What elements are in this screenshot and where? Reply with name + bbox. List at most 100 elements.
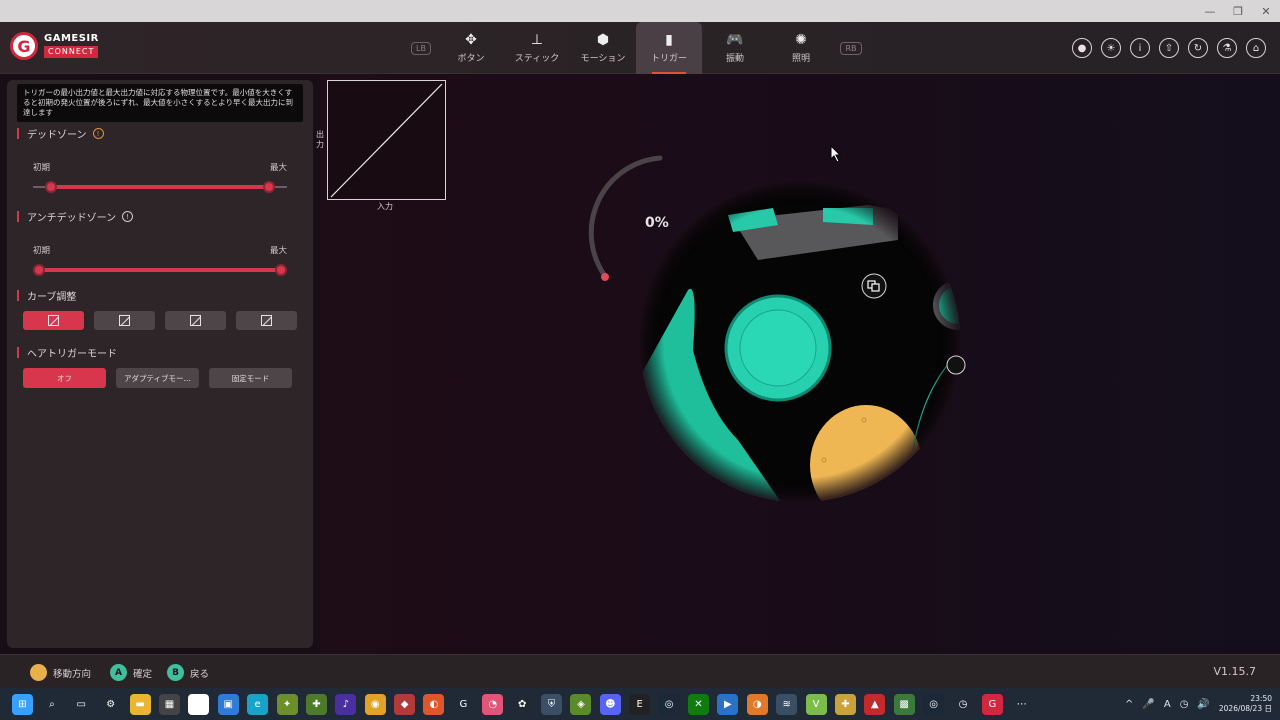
reset-icon[interactable]: ↻ xyxy=(1188,38,1208,58)
gamesir-logo: G GAMESIR CONNECT xyxy=(10,32,99,60)
tab-label: 振動 xyxy=(725,54,744,64)
concave-curve-icon xyxy=(119,315,130,326)
hair-trigger-off-button[interactable]: オフ xyxy=(23,368,106,388)
main-nav: LB ✥ ボタン ⊥ スティック ⬢ モーション ▮ トリガー 🎮 振動 ✺ 照明 RB xyxy=(404,22,868,74)
tab-stick[interactable]: ⊥ スティック xyxy=(504,22,570,74)
response-curve-graph xyxy=(327,80,446,200)
anti-deadzone-info-icon[interactable]: ! xyxy=(122,211,134,222)
hint-back-label: 戻る xyxy=(190,668,210,680)
taskbar-clock[interactable]: 23:50 2026/08/23 日 xyxy=(1219,694,1272,714)
slider-fill xyxy=(39,268,281,272)
brightness-icon[interactable]: ☀ xyxy=(1101,38,1121,58)
slider-fill xyxy=(51,185,269,189)
stick-icon: ⊥ xyxy=(530,32,544,48)
deadzone-max-thumb[interactable] xyxy=(262,181,275,193)
epic-games-icon[interactable]: E xyxy=(629,693,651,715)
notepad-icon[interactable]: ✎ xyxy=(188,693,210,715)
anti-deadzone-min-thumb[interactable] xyxy=(33,264,45,276)
steam-icon-2[interactable]: ◎ xyxy=(923,693,945,715)
deadzone-info-icon[interactable]: ! xyxy=(92,128,104,139)
tab-trigger[interactable]: ▮ トリガー xyxy=(636,22,702,74)
system-tray: ^ 🎤 A ◷ 🔊 23:50 2026/08/23 日 xyxy=(1125,688,1280,720)
tab-lighting[interactable]: ✺ 照明 xyxy=(768,22,834,74)
tab-motion[interactable]: ⬢ モーション xyxy=(570,22,636,74)
screenshot-button-marker[interactable] xyxy=(946,355,966,375)
flask-icon[interactable]: ⚗ xyxy=(1217,38,1237,58)
record-icon[interactable]: ● xyxy=(1072,38,1092,58)
more-icon[interactable]: ⋯ xyxy=(1011,693,1033,715)
app-icon-3[interactable]: ◆ xyxy=(394,693,416,715)
gamepad-icon: 🎮 xyxy=(726,32,744,48)
xbox-icon[interactable]: ✕ xyxy=(687,693,709,715)
task-view-icon[interactable]: ▭ xyxy=(70,693,92,715)
app-icon-7[interactable]: ◈ xyxy=(570,693,592,715)
deadzone-min-thumb[interactable] xyxy=(45,181,58,193)
tab-vibration[interactable]: 🎮 振動 xyxy=(702,22,768,74)
hint-back: B 戻る xyxy=(167,664,209,681)
dpad-icon xyxy=(30,664,47,681)
app-icon-6[interactable]: ✿ xyxy=(511,693,533,715)
clock-tray-icon[interactable]: ◷ xyxy=(1180,699,1189,710)
upload-icon[interactable]: ⇧ xyxy=(1159,38,1179,58)
firefox-icon[interactable]: ◐ xyxy=(423,693,445,715)
file-explorer-icon[interactable]: ▬ xyxy=(129,693,151,715)
gamesir-connect-icon[interactable]: G xyxy=(981,693,1003,715)
hair-trigger-adaptive-button[interactable]: アダプティブモー… xyxy=(116,368,199,388)
bottom-hint-bar: 移動方向 A 確定 B 戻る V1.15.7 xyxy=(0,654,1280,688)
minimize-button[interactable]: — xyxy=(1196,0,1224,22)
shield-icon[interactable]: ⛨ xyxy=(541,693,563,715)
rb-bumper-hint[interactable]: RB xyxy=(834,22,868,74)
app-icon-2[interactable]: ✚ xyxy=(305,693,327,715)
tab-buttons[interactable]: ✥ ボタン xyxy=(438,22,504,74)
settings-icon[interactable]: ⚙ xyxy=(100,693,122,715)
curve-title: カーブ調整 xyxy=(27,292,77,303)
hair-trigger-fixed-button[interactable]: 固定モード xyxy=(209,368,292,388)
app-icon-5[interactable]: ◔ xyxy=(482,693,504,715)
app-icon-12[interactable]: ✚ xyxy=(834,693,856,715)
chrome-icon[interactable]: ◉ xyxy=(364,693,386,715)
volume-icon[interactable]: 🔊 xyxy=(1197,699,1209,710)
window-titlebar: — ❐ ✕ xyxy=(0,0,1280,22)
curve-custom-button[interactable] xyxy=(236,311,297,330)
curve-linear-button[interactable] xyxy=(23,311,84,330)
app-icon-9[interactable]: ◑ xyxy=(746,693,768,715)
rb-label: RB xyxy=(840,41,862,55)
app-icon-1[interactable]: ✦ xyxy=(276,693,298,715)
info-icon[interactable]: i xyxy=(1130,38,1150,58)
curve-concave-button[interactable] xyxy=(94,311,155,330)
anti-deadzone-max-thumb[interactable] xyxy=(275,264,287,276)
store-icon[interactable]: ▣ xyxy=(217,693,239,715)
app-icon-4[interactable]: G xyxy=(452,693,474,715)
calculator-icon[interactable]: ▦ xyxy=(158,693,180,715)
microphone-icon[interactable]: 🎤 xyxy=(1142,699,1154,710)
tray-chevron-icon[interactable]: ^ xyxy=(1125,699,1133,710)
anti-deadzone-heading: アンチデッドゾーン ! xyxy=(17,209,134,224)
anti-deadzone-slider[interactable] xyxy=(33,264,287,276)
amazon-music-icon[interactable]: ♪ xyxy=(335,693,357,715)
deadzone-tooltip: トリガーの最小出力値と最大出力値に対応する物理位置です。最小値を大きくすると初期… xyxy=(17,84,303,122)
ime-icon[interactable]: A xyxy=(1164,699,1171,710)
app-icon-10[interactable]: ≋ xyxy=(776,693,798,715)
logo-subtitle: CONNECT xyxy=(44,46,99,58)
app-icon-11[interactable]: V xyxy=(805,693,827,715)
home-icon[interactable]: ⌂ xyxy=(1246,38,1266,58)
restore-button[interactable]: ❐ xyxy=(1224,0,1252,22)
response-curve-line xyxy=(330,83,443,198)
curve-convex-button[interactable] xyxy=(165,311,226,330)
clock-date: 2026/08/23 日 xyxy=(1218,704,1272,713)
a-button-icon: A xyxy=(110,664,127,681)
windows-start-icon[interactable]: ⊞ xyxy=(12,693,33,715)
search-icon[interactable]: ⌕ xyxy=(41,693,63,715)
lb-bumper-hint[interactable]: LB xyxy=(404,22,438,74)
b-button-icon: B xyxy=(167,664,184,681)
discord-icon[interactable]: ☻ xyxy=(599,693,621,715)
app-icon-14[interactable]: ▩ xyxy=(893,693,915,715)
deadzone-slider[interactable] xyxy=(33,181,287,193)
steam-icon[interactable]: ◎ xyxy=(658,693,680,715)
app-icon-15[interactable]: ◷ xyxy=(952,693,974,715)
deadzone-range-labels: 初期 最大 xyxy=(33,161,287,173)
app-icon-8[interactable]: ▶ xyxy=(717,693,739,715)
edge-icon[interactable]: e xyxy=(247,693,269,715)
close-button[interactable]: ✕ xyxy=(1252,0,1280,22)
app-icon-13[interactable]: ▲ xyxy=(864,693,886,715)
